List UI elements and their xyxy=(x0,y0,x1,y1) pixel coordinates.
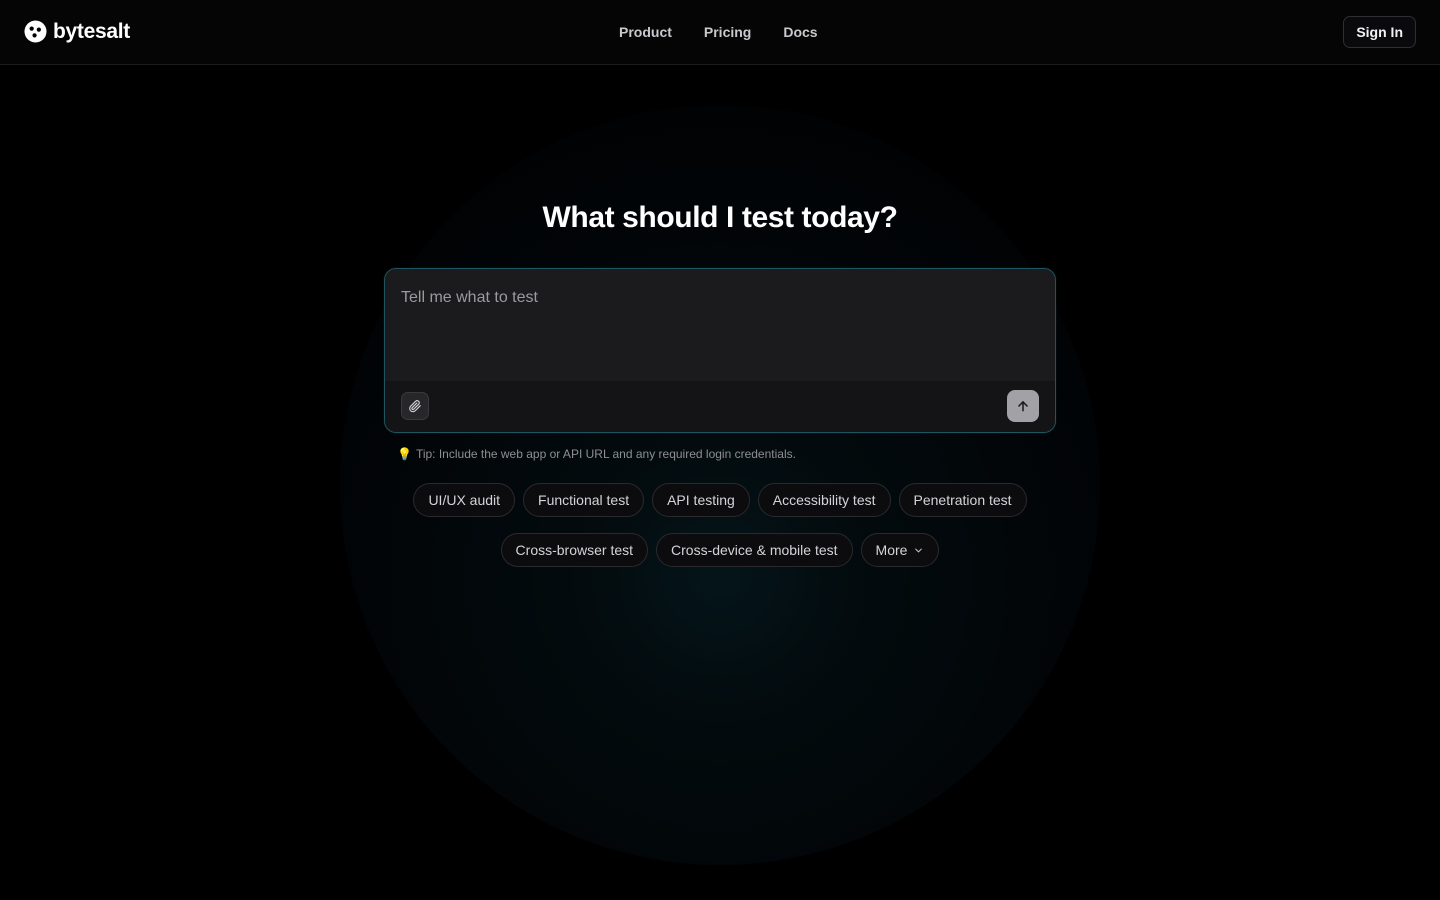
chip-penetration-test[interactable]: Penetration test xyxy=(898,483,1027,517)
send-button[interactable] xyxy=(1007,390,1039,422)
prompt-input[interactable] xyxy=(385,269,1055,381)
prompt-composer xyxy=(384,268,1056,433)
tip-text: Tip: Include the web app or API URL and … xyxy=(415,447,796,461)
nav-link-pricing[interactable]: Pricing xyxy=(688,20,767,44)
chip-cross-device-mobile-test[interactable]: Cross-device & mobile test xyxy=(656,533,853,567)
tip-message: 💡 Tip: Include the web app or API URL an… xyxy=(397,446,796,462)
arrow-up-icon xyxy=(1018,401,1028,412)
main-nav: Product Pricing Docs xyxy=(603,20,834,44)
suggestion-chips: UI/UX audit Functional test API testing … xyxy=(384,483,1056,567)
chip-functional-test[interactable]: Functional test xyxy=(523,483,645,517)
brand-name: bytesalt xyxy=(53,20,130,43)
bytesalt-logo-icon xyxy=(24,20,47,43)
chip-ui-ux-audit[interactable]: UI/UX audit xyxy=(413,483,516,517)
composer-toolbar xyxy=(385,381,1055,432)
chip-api-testing[interactable]: API testing xyxy=(652,483,750,517)
page-title: What should I test today? xyxy=(542,201,898,234)
lightbulb-icon: 💡 xyxy=(397,447,412,461)
chip-cross-browser-test[interactable]: Cross-browser test xyxy=(500,533,649,567)
nav-link-docs[interactable]: Docs xyxy=(767,20,833,44)
sign-in-button[interactable]: Sign In xyxy=(1343,16,1416,48)
brand-logo-link[interactable]: bytesalt xyxy=(24,20,130,43)
top-navigation-bar: bytesalt Product Pricing Docs Sign In xyxy=(0,0,1440,65)
attach-file-button[interactable] xyxy=(401,392,429,420)
chevron-down-icon xyxy=(915,548,923,552)
chip-accessibility-test[interactable]: Accessibility test xyxy=(757,483,891,517)
more-suggestions-button[interactable]: More xyxy=(860,533,940,567)
nav-link-product[interactable]: Product xyxy=(603,20,688,44)
more-label: More xyxy=(875,542,908,558)
paperclip-icon xyxy=(409,400,421,413)
